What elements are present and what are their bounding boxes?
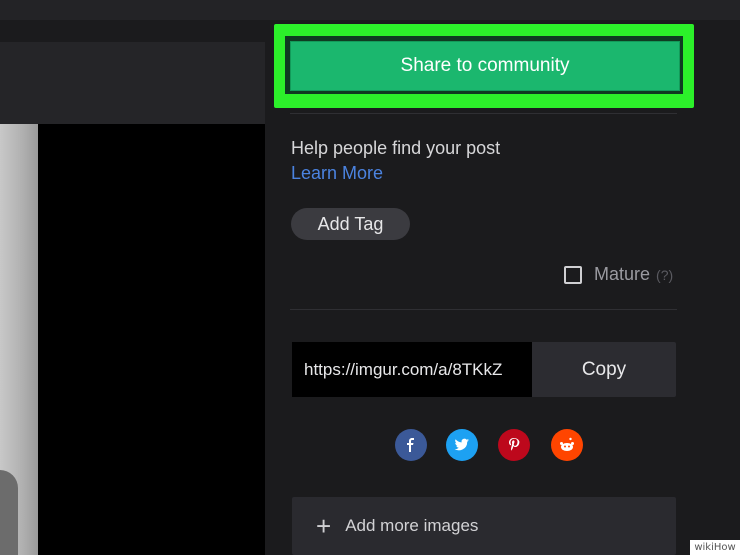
facebook-icon (407, 438, 414, 452)
twitter-icon (454, 438, 469, 451)
post-title-bar (0, 42, 265, 124)
divider-middle (290, 309, 677, 310)
share-to-community-button[interactable]: Share to community (290, 41, 680, 91)
reddit-icon (560, 437, 574, 451)
add-tag-button[interactable]: Add Tag (291, 208, 410, 240)
add-more-images-button[interactable]: + Add more images (292, 497, 676, 555)
plus-icon: + (316, 511, 332, 541)
help-text: Help people find your post (291, 138, 501, 158)
copy-button[interactable]: Copy (532, 342, 676, 397)
learn-more-link[interactable]: Learn More (291, 163, 383, 184)
reddit-share-button[interactable] (551, 429, 583, 461)
divider-top (290, 113, 677, 114)
mature-label: Mature (594, 264, 651, 284)
wikihow-watermark: wikiHow (690, 540, 740, 555)
pinterest-share-button[interactable] (498, 429, 530, 461)
pinterest-icon (509, 438, 520, 451)
image-preview (0, 124, 265, 555)
mature-help-icon[interactable]: (?) (656, 267, 673, 283)
add-more-images-label: Add more images (345, 516, 479, 535)
twitter-share-button[interactable] (446, 429, 478, 461)
top-bar (0, 0, 740, 20)
share-link-field[interactable]: https://imgur.com/a/8TKkZ (292, 342, 532, 397)
mature-checkbox[interactable] (564, 265, 582, 284)
photo-shape (0, 470, 18, 555)
facebook-share-button[interactable] (395, 429, 427, 461)
mature-option[interactable]: Mature (?) (564, 264, 673, 285)
